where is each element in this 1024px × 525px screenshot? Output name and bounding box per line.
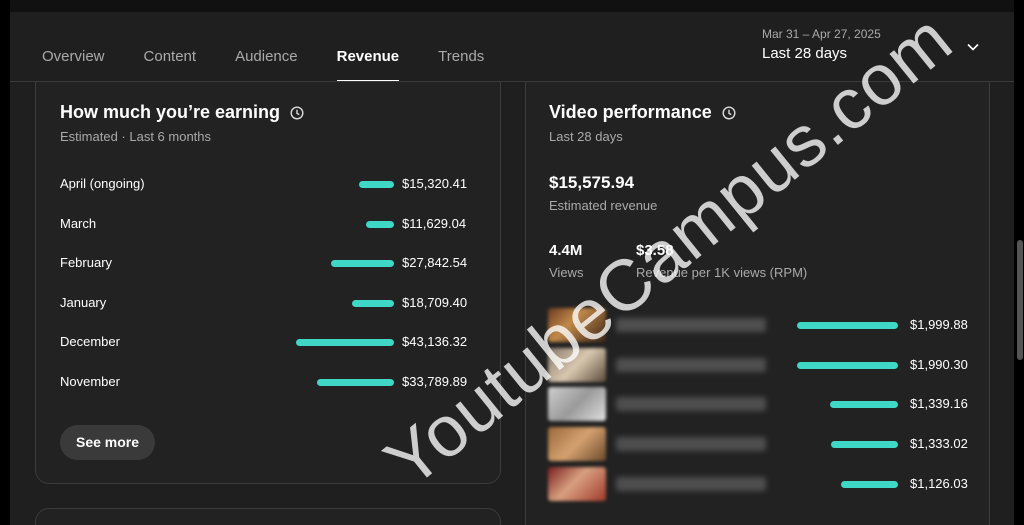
clock-icon[interactable] (722, 105, 736, 120)
earnings-row: April (ongoing) $15,320.41 (60, 174, 470, 194)
earnings-bar (359, 181, 394, 188)
earnings-bar (366, 220, 394, 228)
earnings-row: November $33,789.89 (60, 372, 470, 392)
clock-icon[interactable] (290, 105, 304, 120)
tab-overview[interactable]: Overview (42, 40, 105, 76)
video-title-blurred[interactable] (616, 437, 766, 452)
video-revenue-amount: $1,333.02 (910, 436, 968, 452)
video-title-blurred[interactable] (616, 397, 766, 412)
next-card (35, 508, 501, 525)
video-thumbnail[interactable] (548, 387, 606, 422)
video-thumbnail[interactable] (548, 427, 606, 462)
views-value: 4.4M (549, 242, 583, 259)
analytics-frame: Overview Content Audience Revenue Trends… (10, 0, 1023, 525)
performance-subtitle: Last 28 days (549, 129, 623, 144)
performance-title-wrap: Video performance (549, 102, 736, 123)
earnings-row-amount: $43,136.32 (402, 334, 468, 349)
earnings-row-label: April (ongoing) (60, 176, 145, 191)
earnings-row-amount: $27,842.54 (402, 255, 468, 270)
date-range-dates: Mar 31 – Apr 27, 2025 (762, 27, 881, 41)
tab-content[interactable]: Content (144, 40, 197, 76)
earnings-row-amount: $18,709.40 (402, 294, 468, 310)
chevron-down-icon[interactable] (966, 40, 980, 54)
views-label: Views (549, 265, 584, 280)
video-title-blurred[interactable] (616, 318, 766, 332)
video-revenue-bar (841, 480, 898, 488)
video-row[interactable]: $1,126.03 (548, 466, 968, 501)
video-row[interactable]: $1,999.88 (548, 308, 968, 342)
video-thumbnail[interactable] (548, 308, 606, 342)
earnings-row-label: December (60, 334, 120, 349)
video-thumbnail[interactable] (548, 347, 606, 382)
earnings-bar (351, 299, 394, 307)
rpm-value: $3.58 (636, 242, 674, 259)
earnings-bar (317, 378, 394, 386)
video-revenue-bar (830, 401, 898, 409)
earnings-subtitle: Estimated · Last 6 months (60, 129, 212, 144)
video-revenue-amount: $1,999.88 (910, 317, 968, 332)
video-title-blurred[interactable] (616, 357, 766, 372)
video-title-blurred[interactable] (616, 476, 766, 491)
earnings-row: February $27,842.54 (60, 253, 470, 273)
earnings-title-wrap: How much you’re earning (60, 102, 304, 123)
date-range-label: Last 28 days (762, 45, 848, 62)
estimated-revenue-label: Estimated revenue (549, 198, 658, 213)
earnings-row: December $43,136.32 (60, 332, 470, 352)
earnings-bar (296, 339, 394, 346)
tab-audience[interactable]: Audience (235, 40, 298, 76)
tab-revenue[interactable]: Revenue (336, 40, 399, 82)
tab-bar: Overview Content Audience Revenue Trends (42, 40, 523, 82)
earnings-row-amount: $11,629.04 (402, 215, 467, 231)
earnings-row-label: March (60, 215, 97, 231)
video-revenue-amount: $1,339.16 (910, 396, 968, 412)
video-revenue-amount: $1,990.30 (910, 356, 968, 372)
earnings-row-amount: $33,789.89 (402, 373, 468, 389)
scrollbar[interactable] (1017, 240, 1023, 360)
video-revenue-bar (830, 441, 898, 449)
earnings-row: March $11,629.04 (60, 214, 470, 234)
date-range-selector[interactable]: Mar 31 – Apr 27, 2025 Last 28 days (762, 27, 881, 62)
video-revenue-bar (797, 361, 898, 369)
video-performance-card: Video performance Last 28 days $15,575.9… (525, 82, 990, 525)
video-thumbnail[interactable] (548, 466, 606, 501)
top-strip (10, 0, 1014, 12)
rpm-label: Revenue per 1K views (RPM) (636, 265, 808, 280)
earnings-title: How much you’re earning (60, 102, 281, 122)
video-row[interactable]: $1,333.02 (548, 427, 968, 462)
earnings-row: January $18,709.40 (60, 293, 470, 313)
estimated-revenue-value: $15,575.94 (549, 173, 635, 192)
earnings-card: How much you’re earning Estimated · Last… (35, 82, 501, 484)
earnings-row-label: January (60, 294, 107, 310)
earnings-row-label: November (60, 373, 120, 389)
earnings-bar (330, 260, 394, 267)
performance-title: Video performance (549, 102, 712, 122)
earnings-row-label: February (60, 255, 113, 270)
video-revenue-bar (797, 322, 898, 329)
tab-trends[interactable]: Trends (438, 40, 484, 76)
video-row[interactable]: $1,990.30 (548, 347, 968, 382)
video-row[interactable]: $1,339.16 (548, 387, 968, 422)
see-more-button[interactable]: See more (60, 425, 156, 460)
earnings-row-amount: $15,320.41 (402, 176, 468, 191)
video-revenue-amount: $1,126.03 (910, 475, 968, 491)
